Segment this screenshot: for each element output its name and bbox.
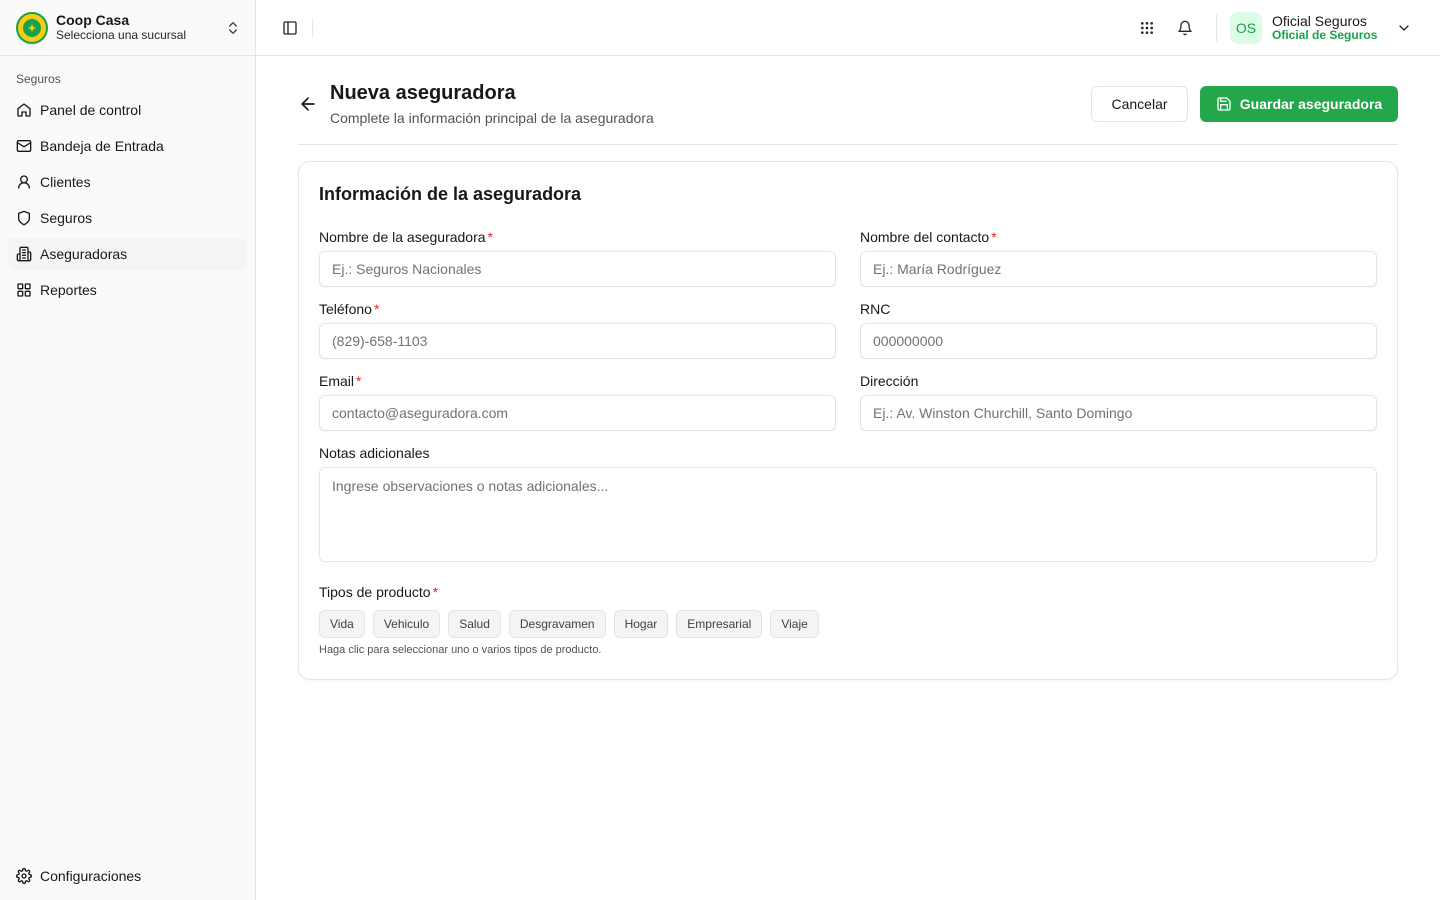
product-type-chip-hogar[interactable]: Hogar: [613, 610, 669, 638]
topbar-separator: [1216, 14, 1217, 42]
product-types-hint: Haga clic para seleccionar uno o varios …: [319, 644, 602, 656]
topbar: OS Oficial Seguros Oficial de Seguros: [256, 0, 1440, 56]
header-divider: [298, 144, 1398, 145]
sidebar-item-label: Configuraciones: [40, 868, 142, 884]
save-button-label: Guardar aseguradora: [1239, 96, 1383, 112]
required-mark: *: [432, 584, 439, 600]
org-subtitle: Selecciona una sucursal: [56, 28, 187, 43]
required-mark: *: [356, 373, 362, 389]
arrow-left-icon: [301, 97, 315, 111]
contacto-label-text: Nombre del contacto: [860, 229, 990, 245]
nav-group-label: Seguros: [16, 72, 61, 86]
required-mark: *: [487, 229, 493, 245]
direccion-label-text: Dirección: [860, 373, 919, 389]
sidebar-footer: Configuraciones: [8, 860, 246, 896]
rnc-label-text: RNC: [860, 301, 891, 317]
rnc-label: RNC: [860, 301, 890, 317]
product-type-chip-desgravamen[interactable]: Desgravamen: [508, 610, 606, 638]
product-type-chip-empresarial[interactable]: Empresarial: [676, 610, 763, 638]
product-type-chip-vida[interactable]: Vida: [319, 610, 365, 638]
telefono-label: Teléfono *: [319, 301, 379, 317]
insurer-form-card: Información de la aseguradora Nombre de …: [298, 161, 1398, 680]
home-icon: [17, 103, 31, 117]
save-button[interactable]: Guardar aseguradora: [1200, 86, 1398, 122]
sidebar-item-label: Aseguradoras: [40, 246, 128, 262]
sidebar: Coop Casa Selecciona una sucursal Seguro…: [0, 0, 256, 900]
cancel-button[interactable]: Cancelar: [1091, 86, 1188, 122]
email-label: Email *: [319, 373, 361, 389]
nombre-label: Nombre de la aseguradora *: [319, 229, 493, 245]
product-types-label: Tipos de producto *: [319, 584, 438, 600]
panel-left-icon: [283, 21, 297, 35]
sidebar-item-label: Bandeja de Entrada: [40, 138, 164, 154]
chevrons-up-down-icon: [229, 21, 237, 34]
user-role: Oficial de Seguros: [1272, 29, 1378, 43]
product-type-chip-viaje[interactable]: Viaje: [770, 610, 819, 638]
product-type-chip-vehiculo[interactable]: Vehiculo: [372, 610, 441, 638]
direccion-label: Dirección: [860, 373, 918, 389]
sidebar-item-configuraciones[interactable]: Configuraciones: [8, 860, 246, 892]
sidebar-nav: Panel de control Bandeja de Entrada Clie…: [8, 94, 246, 310]
email-label-text: Email: [319, 373, 355, 389]
user-icon: [18, 175, 30, 189]
mail-icon: [16, 140, 32, 152]
back-button[interactable]: [298, 94, 318, 114]
building-icon: [16, 246, 32, 262]
telefono-label-text: Teléfono: [319, 301, 372, 317]
save-icon: [1217, 97, 1231, 111]
product-types-label-text: Tipos de producto: [319, 584, 431, 600]
email-input[interactable]: [319, 395, 836, 431]
chevron-down-icon: [1399, 25, 1409, 31]
notas-textarea[interactable]: [319, 467, 1377, 562]
product-type-chips: Vida Vehiculo Salud Desgravamen Hogar Em…: [319, 610, 819, 638]
sidebar-item-panel-de-control[interactable]: Panel de control: [8, 94, 246, 126]
sidebar-item-label: Clientes: [40, 174, 91, 190]
org-switcher[interactable]: Coop Casa Selecciona una sucursal: [0, 0, 255, 56]
nombre-label-text: Nombre de la aseguradora: [319, 229, 486, 245]
contacto-input[interactable]: [860, 251, 1377, 287]
page-subtitle: Complete la información principal de la …: [330, 110, 654, 126]
sidebar-item-clientes[interactable]: Clientes: [8, 166, 246, 198]
user-menu[interactable]: OS Oficial Seguros Oficial de Seguros: [1230, 10, 1430, 46]
sidebar-item-aseguradoras[interactable]: Aseguradoras: [8, 238, 246, 270]
shield-icon: [18, 210, 30, 226]
sidebar-item-reportes[interactable]: Reportes: [8, 274, 246, 306]
sidebar-item-label: Panel de control: [40, 102, 142, 118]
org-name: Coop Casa: [56, 12, 130, 29]
topbar-separator: [312, 18, 313, 38]
rnc-input[interactable]: [860, 323, 1377, 359]
org-logo: [16, 11, 48, 44]
sidebar-item-seguros[interactable]: Seguros: [8, 202, 246, 234]
sidebar-item-label: Seguros: [40, 210, 93, 226]
notas-label-text: Notas adicionales: [319, 445, 430, 461]
sidebar-toggle-button[interactable]: [278, 16, 302, 40]
contacto-label: Nombre del contacto *: [860, 229, 997, 245]
apps-button[interactable]: [1135, 16, 1159, 40]
gear-icon: [16, 868, 32, 884]
telefono-input[interactable]: [319, 323, 836, 359]
avatar: OS: [1230, 12, 1262, 44]
direccion-input[interactable]: [860, 395, 1377, 431]
sidebar-item-label: Reportes: [40, 282, 97, 298]
cancel-button-label: Cancelar: [1111, 96, 1168, 112]
user-name: Oficial Seguros: [1272, 13, 1367, 30]
apps-grid-icon: [1141, 22, 1153, 34]
page-title: Nueva aseguradora: [330, 82, 516, 104]
notifications-button[interactable]: [1173, 16, 1197, 40]
nombre-input[interactable]: [319, 251, 836, 287]
section-title: Información de la aseguradora: [319, 184, 582, 204]
notas-label: Notas adicionales: [319, 445, 430, 461]
required-mark: *: [991, 229, 997, 245]
required-mark: *: [373, 301, 380, 317]
grid-icon: [17, 283, 31, 297]
product-type-chip-salud[interactable]: Salud: [448, 610, 501, 638]
bell-icon: [1178, 20, 1192, 36]
sidebar-item-bandeja-de-entrada[interactable]: Bandeja de Entrada: [8, 130, 246, 162]
